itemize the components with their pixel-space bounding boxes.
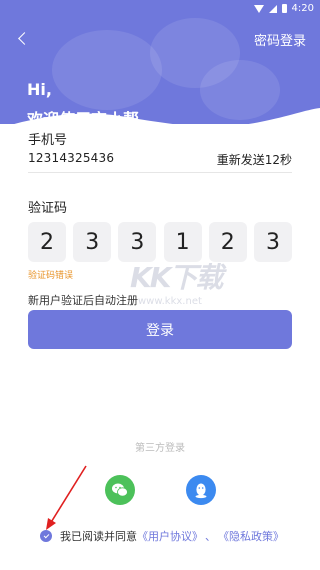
code-label: 验证码: [28, 201, 68, 216]
privacy-policy-link[interactable]: 《隐私政策》: [218, 528, 284, 544]
watermark-url: www.kkx.net: [138, 296, 202, 307]
auto-register-hint: 新用户验证后自动注册: [28, 294, 138, 307]
signal-icon: [268, 4, 277, 13]
phone-divider: [28, 172, 292, 173]
resend-code-button[interactable]: 重新发送12秒: [217, 151, 292, 168]
code-digit-box[interactable]: 2: [28, 222, 66, 262]
watermark: KK下载 www.kkx.net: [130, 256, 230, 316]
wifi-icon: [253, 4, 264, 13]
battery-icon: [281, 4, 287, 13]
password-login-link[interactable]: 密码登录: [254, 30, 306, 49]
wechat-login-button[interactable]: [105, 475, 135, 505]
greeting-hi: Hi,: [27, 80, 52, 99]
code-error-message: 验证码错误: [28, 271, 74, 281]
third-party-label: 第三方登录: [135, 443, 185, 454]
agreement-row: 我已阅读并同意 《用户协议》 、 《隐私政策》: [40, 528, 284, 544]
annotation-arrow-icon: [46, 465, 87, 530]
code-digit-box[interactable]: 3: [73, 222, 112, 262]
phone-input[interactable]: 12314325436: [28, 151, 114, 165]
status-time: 4:20: [291, 3, 314, 14]
agreement-checkbox[interactable]: [40, 530, 52, 542]
code-digit-box[interactable]: 3: [253, 222, 292, 262]
qq-login-button[interactable]: [186, 475, 216, 505]
qq-icon: [195, 483, 207, 498]
agreement-separator: 、: [205, 530, 216, 543]
wechat-icon: [112, 483, 128, 497]
agreement-text: 我已阅读并同意: [60, 530, 137, 543]
chevron-left-icon: [17, 31, 31, 45]
login-button[interactable]: 登录: [28, 310, 292, 349]
watermark-logo: KK下载: [130, 261, 223, 294]
status-bar: 4:20: [0, 0, 320, 18]
check-icon: [43, 532, 49, 539]
back-button[interactable]: [10, 26, 34, 50]
user-agreement-link[interactable]: 《用户协议》: [137, 528, 203, 544]
phone-label: 手机号: [28, 133, 68, 148]
